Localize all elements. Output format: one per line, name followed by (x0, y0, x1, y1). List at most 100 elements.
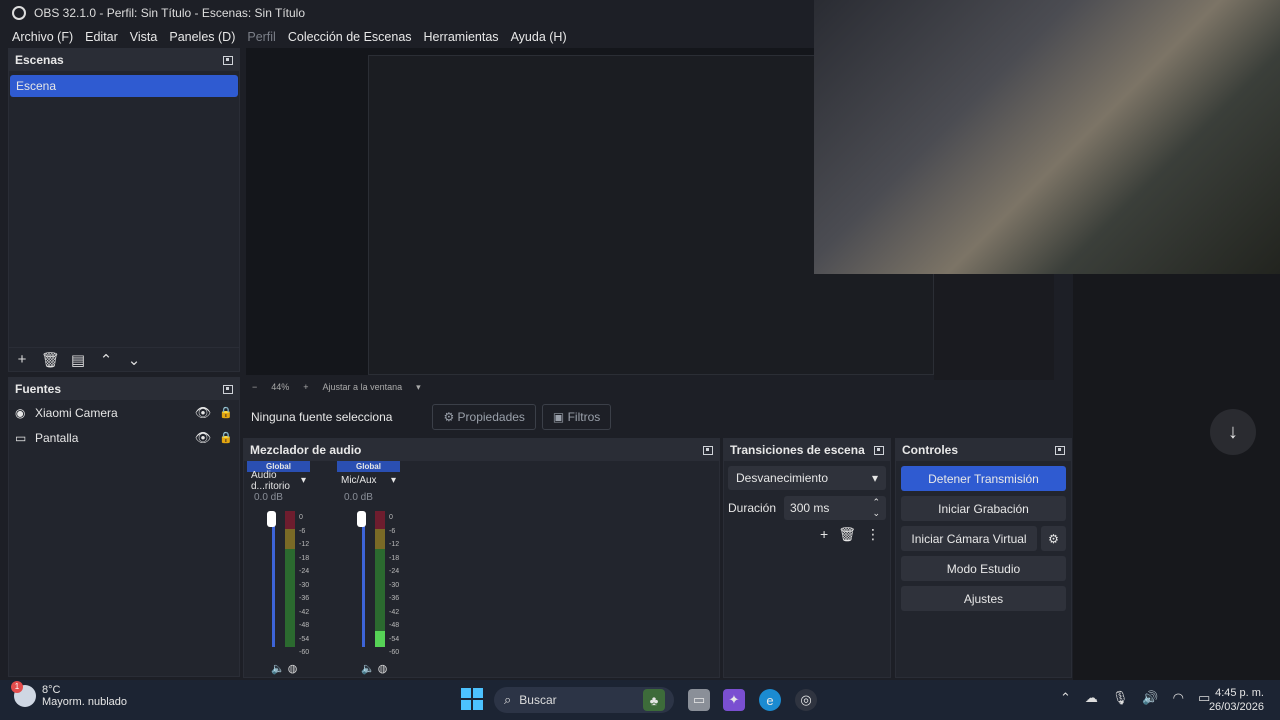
channel-name-dropdown[interactable]: Mic/Aux ▾ (337, 472, 400, 489)
lock-icon[interactable]: 🔒 (219, 406, 233, 419)
volume-fader-track[interactable] (362, 513, 365, 647)
transitions-header: Transiciones de escena (724, 439, 890, 461)
stop-stream-button[interactable]: Detener Transmisión (901, 466, 1066, 491)
duration-value: 300 ms (790, 501, 830, 515)
windows-start-icon[interactable] (461, 688, 483, 710)
edge-browser-icon[interactable]: e (759, 689, 781, 711)
meter-scale: 0 -6 -12 -18 -24 -30 -36 -42 -48 -54 -60 (299, 514, 310, 656)
search-highlight-icon[interactable]: ♣ (643, 689, 665, 711)
zoom-in-icon[interactable]: + (303, 382, 308, 392)
undock-icon[interactable] (703, 445, 713, 455)
chevron-down-icon: ▾ (390, 475, 396, 486)
webcam-feed (814, 0, 1280, 274)
channel-name-dropdown[interactable]: Audio d...ritorio ▾ (247, 470, 310, 492)
add-scene-icon[interactable]: + (13, 351, 31, 368)
speaker-icon[interactable]: 🔈 (361, 663, 375, 675)
virtual-cam-row: Iniciar Cámara Virtual ⚙ (901, 526, 1066, 551)
scene-item[interactable]: Escena (10, 75, 238, 97)
move-up-icon[interactable]: ⌃ (97, 351, 115, 369)
system-tray: ⌃ ☁ 🎙 🔊 ◠ ▭ (1060, 690, 1210, 706)
menu-coleccion[interactable]: Colección de Escenas (288, 30, 412, 44)
visibility-eye-icon[interactable]: 👁 (195, 405, 212, 421)
chevron-down-icon[interactable]: ▾ (416, 382, 421, 393)
file-explorer-icon[interactable]: ▭ (688, 689, 710, 711)
weather-temp: 8°C (42, 684, 61, 696)
arrow-down-icon[interactable]: ↓ (1210, 409, 1256, 455)
undock-icon[interactable] (223, 384, 233, 394)
source-item-camera[interactable]: ◉ Xiaomi Camera 👁 🔒 (9, 400, 239, 425)
menu-herramientas[interactable]: Herramientas (424, 30, 499, 44)
start-recording-button[interactable]: Iniciar Grabación (901, 496, 1066, 521)
copilot-icon[interactable]: ✦ (723, 689, 745, 711)
undock-icon[interactable] (1055, 445, 1065, 455)
weather-desc: Mayorm. nublado (42, 696, 127, 708)
microphone-icon[interactable]: 🎙 (1112, 690, 1129, 706)
sources-title: Fuentes (15, 382, 62, 396)
source-item-screen[interactable]: ▭ Pantalla 👁 🔒 (9, 425, 239, 450)
menu-archivo[interactable]: Archivo (F) (12, 30, 73, 44)
add-transition-icon[interactable]: + (820, 526, 828, 543)
obs-taskbar-icon[interactable]: ◎ (795, 689, 817, 711)
menu-bar: Archivo (F) Editar Vista Paneles (D) Per… (0, 26, 814, 48)
volume-fader-track[interactable] (272, 513, 275, 647)
onedrive-icon[interactable]: ☁ (1085, 690, 1098, 706)
filters-button[interactable]: ▣ Filtros (541, 404, 612, 430)
more-options-icon[interactable]: ⋮ (866, 526, 880, 543)
level-meter (375, 511, 385, 647)
headphone-icon[interactable]: ◍ (378, 663, 388, 675)
source-toolbar: Ninguna fuente selecciona ⚙ Propiedades … (246, 400, 1070, 434)
chevron-down-icon: ▾ (300, 475, 306, 486)
level-meter (285, 511, 295, 647)
move-down-icon[interactable]: ⌄ (125, 351, 143, 369)
channel-icons: 🔈 ◍ (361, 662, 387, 675)
desktop-background (1073, 274, 1280, 680)
notification-badge: 1 (11, 681, 23, 693)
settings-button[interactable]: Ajustes (901, 586, 1066, 611)
controls-dock: Controles Detener Transmisión Iniciar Gr… (895, 438, 1072, 678)
undock-icon[interactable] (223, 55, 233, 65)
no-source-label: Ninguna fuente selecciona (251, 410, 393, 424)
menu-editar[interactable]: Editar (85, 30, 118, 44)
chevron-down-icon: ▾ (871, 471, 878, 485)
meter-level-fill (375, 630, 385, 647)
menu-paneles[interactable]: Paneles (D) (169, 30, 235, 44)
duration-row: Duración 300 ms ⌃ ⌄ (728, 496, 886, 520)
menu-vista[interactable]: Vista (130, 30, 158, 44)
start-virtual-cam-button[interactable]: Iniciar Cámara Virtual (901, 526, 1037, 551)
monitor-icon: ▭ (15, 430, 27, 445)
sources-dock: Fuentes ◉ Xiaomi Camera 👁 🔒 ▭ Pantalla 👁… (8, 377, 240, 677)
zoom-out-icon[interactable]: − (252, 382, 257, 392)
remove-transition-icon[interactable]: 🗑 (838, 526, 856, 543)
transition-select[interactable]: Desvanecimiento ▾ (728, 466, 886, 490)
chevron-up-icon[interactable]: ⌃ (1060, 690, 1071, 706)
duration-spinbox[interactable]: 300 ms ⌃ ⌄ (784, 496, 886, 520)
clock[interactable]: 4:45 p. m. 26/03/2026 (1204, 686, 1264, 714)
remove-scene-icon[interactable]: 🗑 (41, 351, 60, 369)
search-icon: ⌕ (504, 692, 512, 707)
sources-header: Fuentes (9, 378, 239, 400)
weather-widget[interactable]: 1 8°C Mayorm. nublado (11, 681, 127, 708)
scene-filters-icon[interactable]: ▤ (69, 351, 87, 369)
gear-icon[interactable]: ⚙ (1041, 526, 1066, 551)
controls-header: Controles (896, 439, 1071, 461)
transitions-dock: Transiciones de escena Desvanecimiento ▾ … (723, 438, 891, 678)
speaker-icon[interactable]: 🔈 (271, 663, 285, 675)
fit-to-window[interactable]: Ajustar a la ventana (323, 382, 403, 392)
spin-arrows-icon[interactable]: ⌃ ⌄ (872, 497, 880, 519)
source-label: Xiaomi Camera (35, 405, 118, 420)
headphone-icon[interactable]: ◍ (288, 663, 298, 675)
wifi-icon[interactable]: ◠ (1173, 690, 1184, 706)
transitions-title: Transiciones de escena (730, 443, 865, 457)
scenes-header: Escenas (9, 49, 239, 71)
volume-icon[interactable]: 🔊 (1142, 690, 1158, 706)
properties-button[interactable]: ⚙ Propiedades (432, 404, 536, 430)
undock-icon[interactable] (874, 445, 884, 455)
menu-ayuda[interactable]: Ayuda (H) (511, 30, 567, 44)
lock-icon[interactable]: 🔒 (219, 431, 233, 444)
volume-fader-knob[interactable] (267, 511, 276, 527)
visibility-eye-icon[interactable]: 👁 (195, 430, 212, 446)
studio-mode-button[interactable]: Modo Estudio (901, 556, 1066, 581)
volume-fader-knob[interactable] (357, 511, 366, 527)
filters-label: Filtros (567, 410, 601, 424)
menu-perfil[interactable]: Perfil (247, 30, 275, 44)
